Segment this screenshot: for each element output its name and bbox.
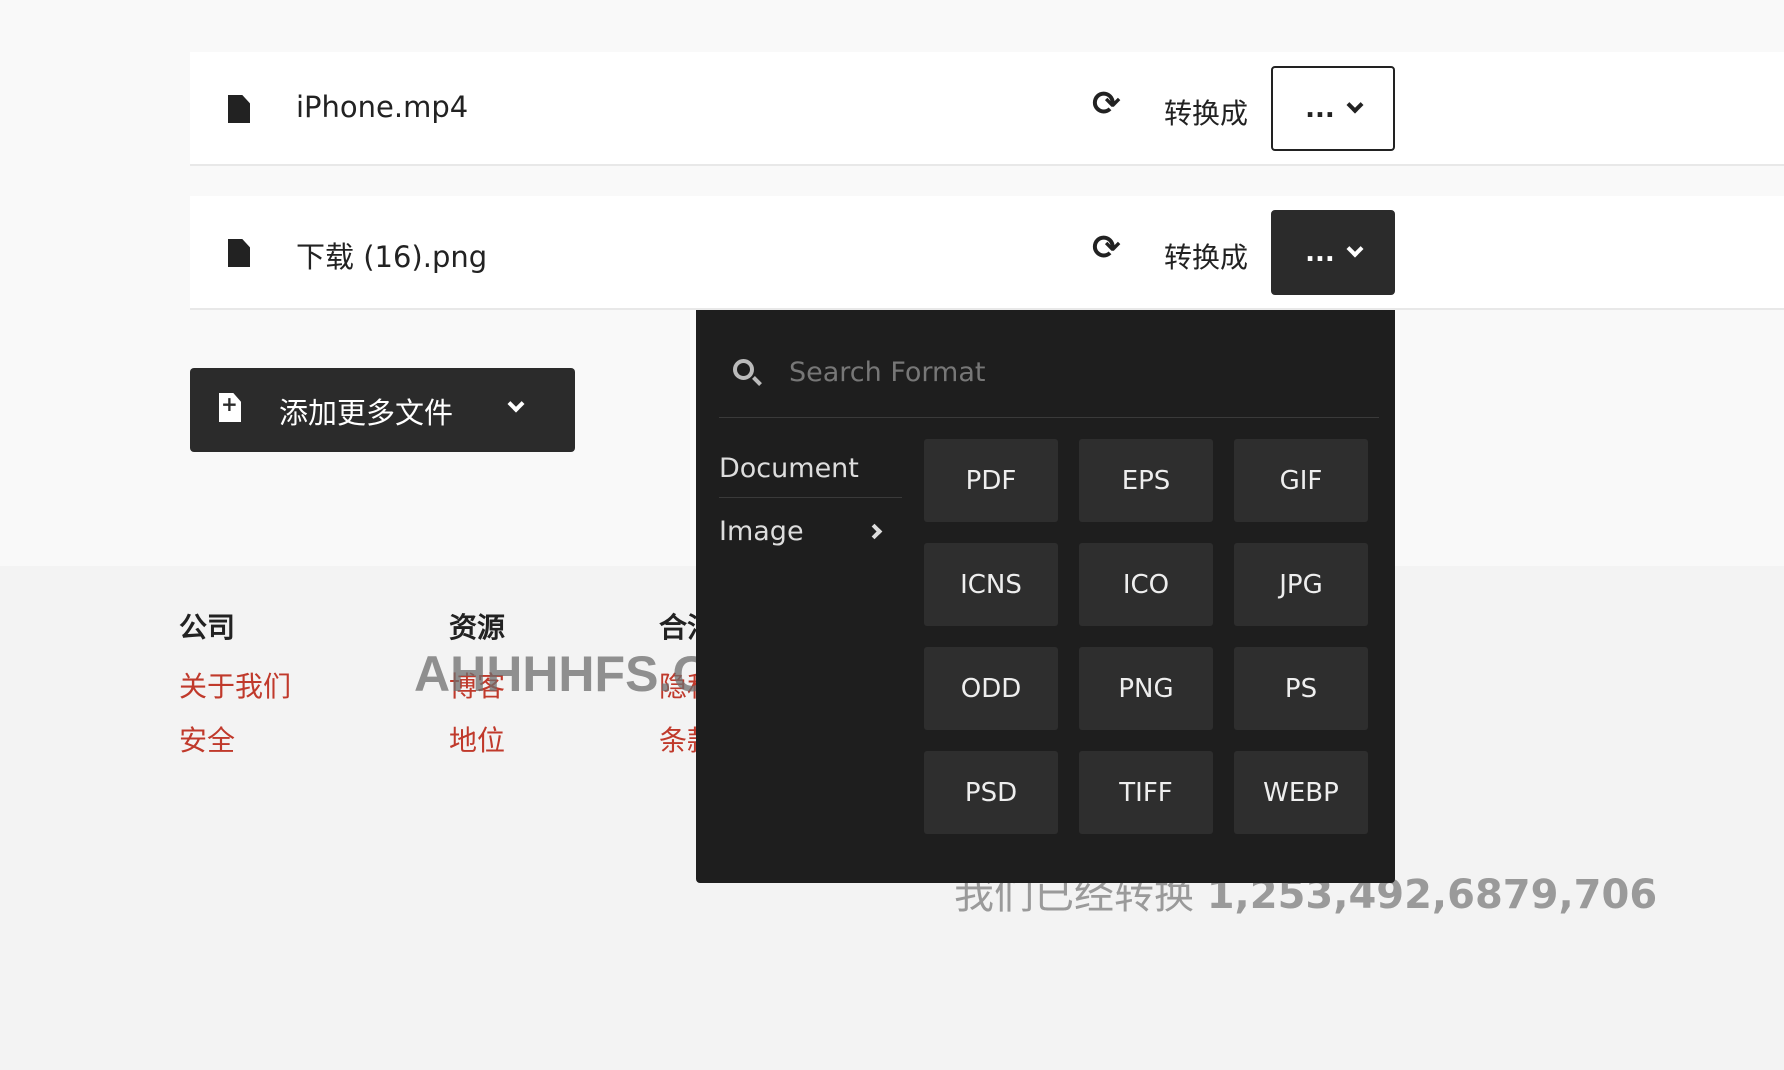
format-option-ico[interactable]: ICO bbox=[1079, 543, 1213, 626]
search-icon bbox=[733, 359, 754, 380]
refresh-icon[interactable]: ⟳ bbox=[1092, 228, 1121, 268]
format-dropdown: Document Image PDF EPS GIF ICNS ICO JPG ODD PNG… bbox=[696, 310, 1395, 883]
format-option-gif[interactable]: GIF bbox=[1234, 439, 1368, 522]
chevron-down-icon bbox=[1346, 96, 1364, 113]
convert-label: 转换成 bbox=[1164, 241, 1249, 274]
format-option-ps[interactable]: PS bbox=[1234, 647, 1368, 730]
file-plus-icon-plus: + bbox=[221, 392, 238, 416]
format-search bbox=[719, 340, 1379, 418]
category-document[interactable]: Document bbox=[719, 440, 902, 498]
footer-link[interactable]: 安全 bbox=[179, 719, 235, 759]
category-image[interactable]: Image bbox=[719, 502, 902, 560]
format-select-button[interactable]: ... bbox=[1271, 66, 1395, 151]
format-select-value: ... bbox=[1305, 93, 1335, 124]
add-more-files-label: 添加更多文件 bbox=[279, 396, 454, 430]
footer-link[interactable]: 关于我们 bbox=[179, 665, 291, 705]
convert-label: 转换成 bbox=[1164, 97, 1249, 130]
footer-heading: 资源 bbox=[449, 611, 506, 644]
format-option-odd[interactable]: ODD bbox=[924, 647, 1058, 730]
format-select-value: ... bbox=[1305, 237, 1335, 268]
format-option-webp[interactable]: WEBP bbox=[1234, 751, 1368, 834]
chevron-down-icon bbox=[1346, 240, 1364, 257]
format-option-jpg[interactable]: JPG bbox=[1234, 543, 1368, 626]
chevron-right-icon bbox=[866, 523, 883, 539]
refresh-icon[interactable]: ⟳ bbox=[1092, 84, 1121, 124]
category-label: Image bbox=[719, 515, 804, 547]
category-label: Document bbox=[719, 453, 859, 484]
chevron-down-icon bbox=[507, 395, 525, 413]
format-search-input[interactable] bbox=[789, 352, 1289, 392]
format-option-icns[interactable]: ICNS bbox=[924, 543, 1058, 626]
format-option-eps[interactable]: EPS bbox=[1079, 439, 1213, 522]
format-option-pdf[interactable]: PDF bbox=[924, 439, 1058, 522]
footer-link[interactable]: 地位 bbox=[449, 719, 505, 759]
format-option-png[interactable]: PNG bbox=[1079, 647, 1213, 730]
format-option-psd[interactable]: PSD bbox=[924, 751, 1058, 834]
footer-heading: 公司 bbox=[179, 611, 236, 644]
add-more-files-button[interactable]: + 添加更多文件 bbox=[190, 368, 575, 452]
format-option-tiff[interactable]: TIFF bbox=[1079, 751, 1213, 834]
file-name: 下载 (16).png bbox=[296, 240, 488, 274]
file-name: iPhone.mp4 bbox=[296, 90, 469, 124]
format-select-button[interactable]: ... bbox=[1271, 210, 1395, 295]
